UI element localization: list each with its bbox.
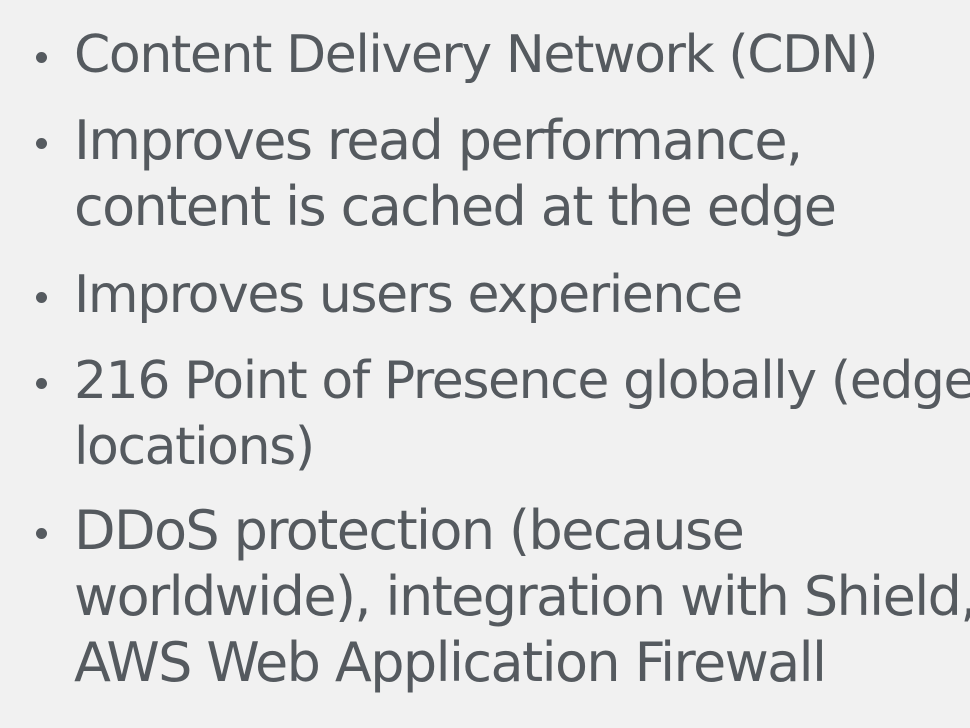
bullet-dot <box>36 52 47 63</box>
bullet-line: Improves read performance, <box>74 109 803 172</box>
bullet-line: Content Delivery Network (CDN) <box>74 25 879 85</box>
bullet-dot <box>36 378 47 389</box>
bullet-dot <box>36 292 47 303</box>
bullet-line: locations) <box>74 417 315 477</box>
bullet-line: content is cached at the edge <box>74 175 837 238</box>
bullet-text: DDoS protection (because worldwide), int… <box>74 498 970 696</box>
bullet-text: Improves read performance, content is ca… <box>74 108 954 240</box>
bullet-line: DDoS protection (because <box>74 499 745 562</box>
bullet-line: worldwide), integration with Shield, <box>74 565 970 628</box>
bullet-dot <box>36 138 47 149</box>
bullet-text: Content Delivery Network (CDN) <box>74 22 954 88</box>
bullet-line: AWS Web Application Firewall <box>74 631 827 694</box>
bullet-line: 216 Point of Presence globally (edge <box>74 351 970 411</box>
bullet-line: Improves users experience <box>74 265 743 325</box>
bullet-text: 216 Point of Presence globally (edge loc… <box>74 348 970 480</box>
bullet-text: Improves users experience <box>74 262 954 328</box>
bullet-dot <box>36 528 47 539</box>
